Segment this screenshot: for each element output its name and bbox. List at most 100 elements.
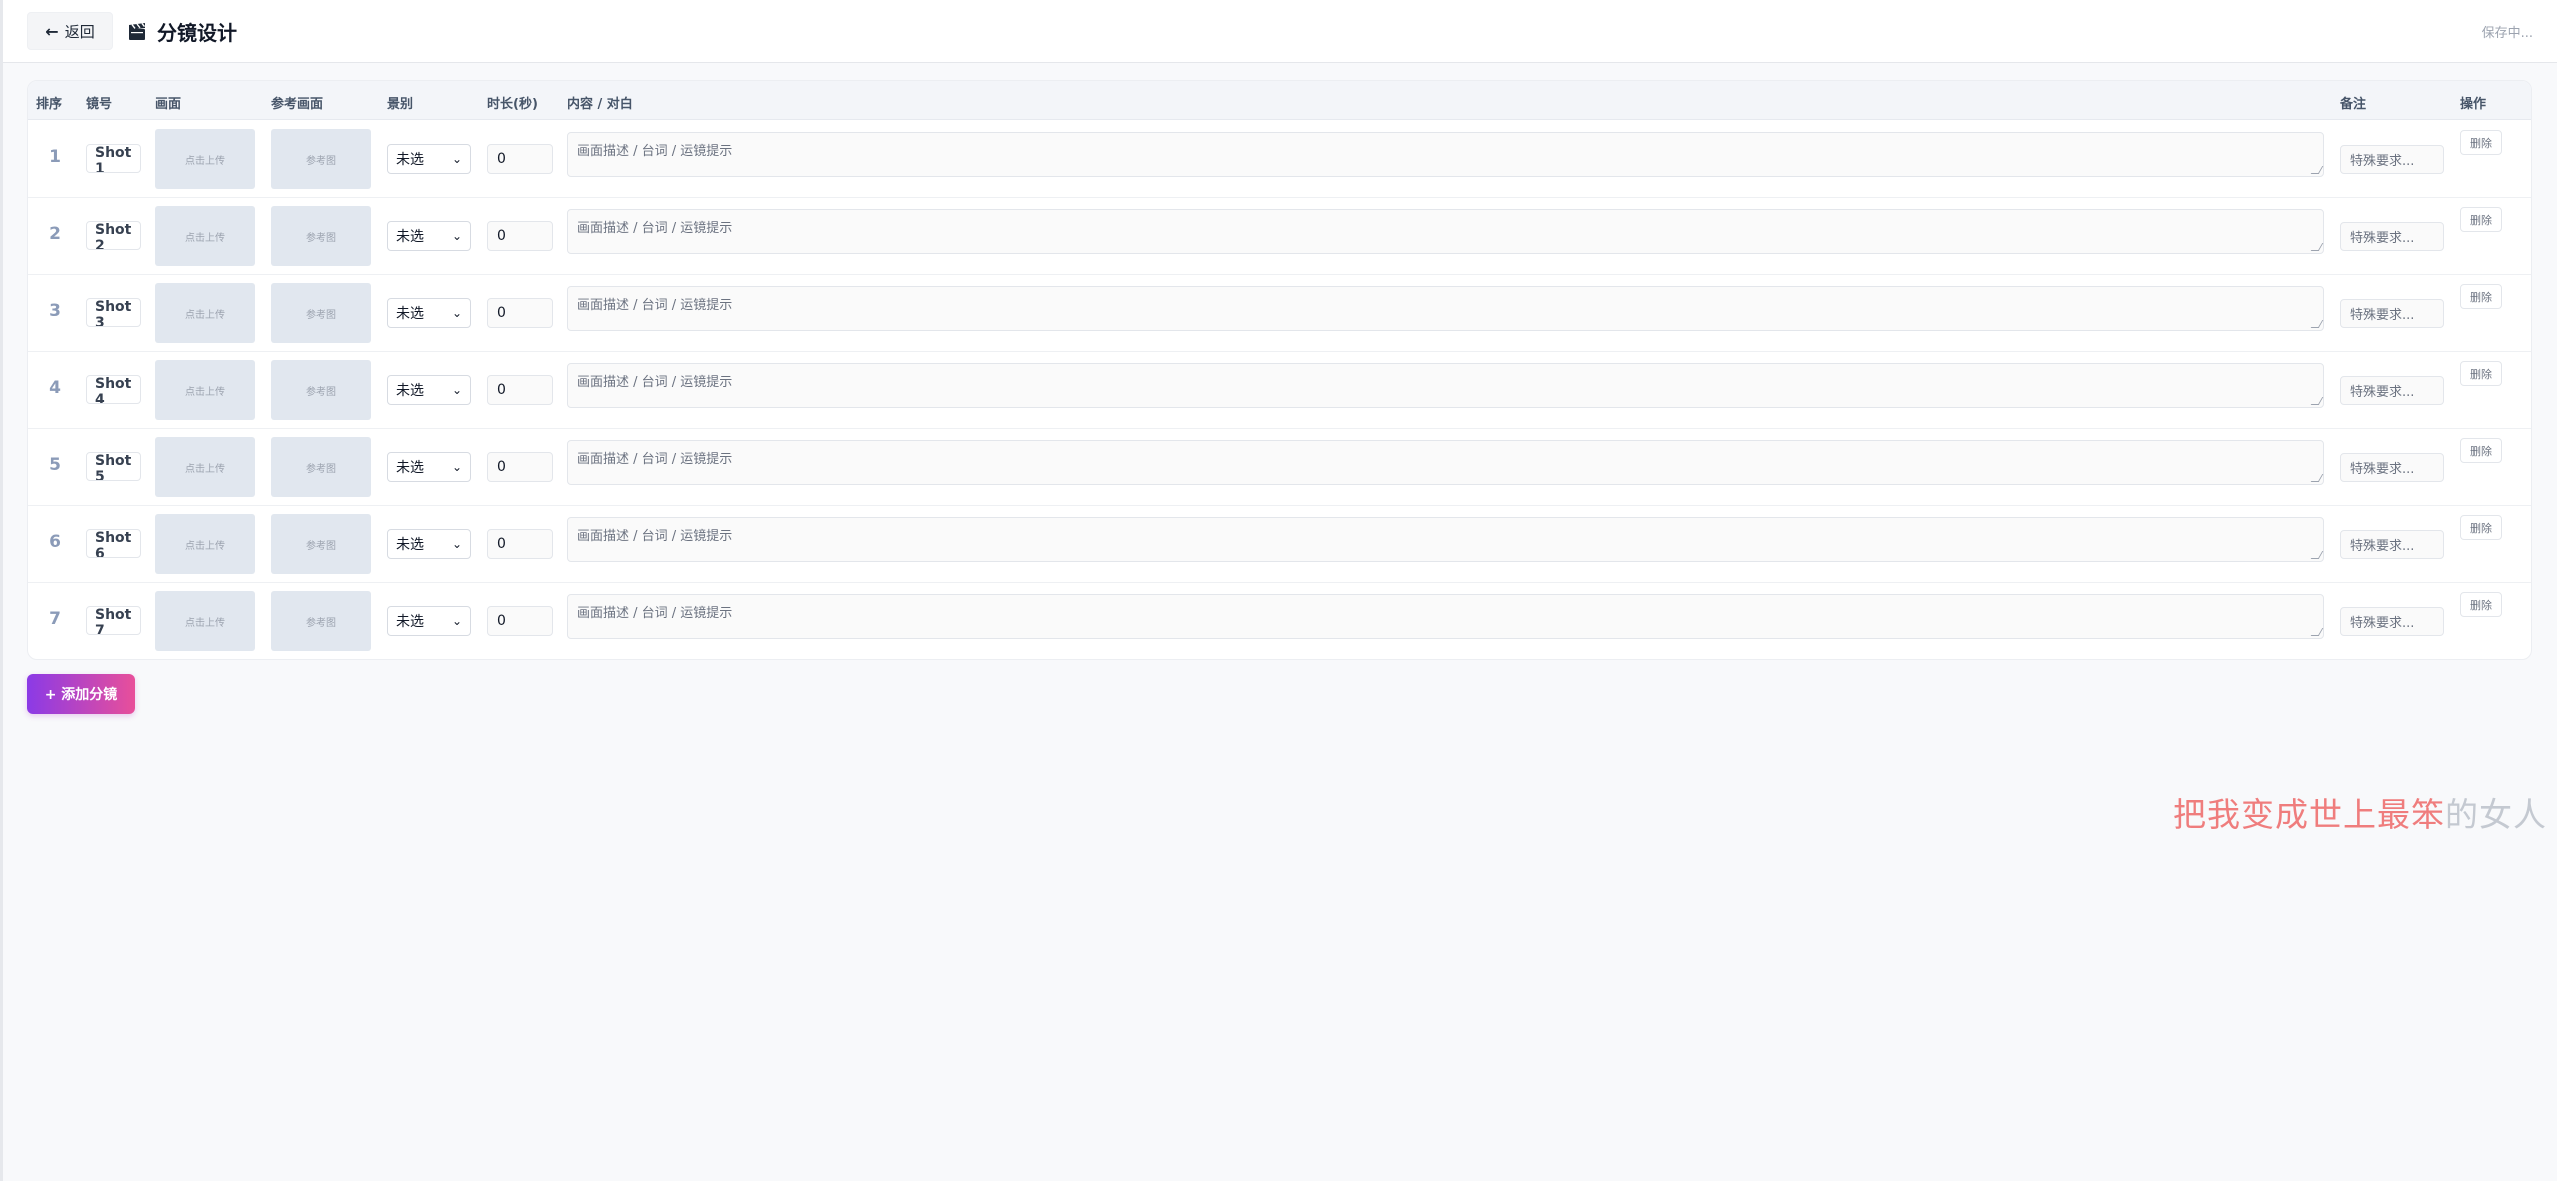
duration-value: 0	[497, 382, 506, 398]
back-button[interactable]: ← 返回	[27, 12, 113, 50]
content-textarea[interactable]: 画面描述 / 台词 / 运镜提示	[567, 440, 2324, 485]
note-input[interactable]: 特殊要求...	[2340, 530, 2444, 559]
content-textarea[interactable]: 画面描述 / 台词 / 运镜提示	[567, 517, 2324, 562]
resize-handle-icon[interactable]	[2310, 551, 2324, 559]
row-order: 6	[49, 532, 61, 552]
note-placeholder: 特殊要求...	[2350, 539, 2415, 554]
delete-button[interactable]: 删除	[2460, 207, 2502, 232]
duration-input[interactable]: 0	[487, 144, 553, 174]
content-textarea[interactable]: 画面描述 / 台词 / 运镜提示	[567, 286, 2324, 331]
resize-handle-icon[interactable]	[2310, 474, 2324, 482]
duration-value: 0	[497, 459, 506, 475]
reference-upload[interactable]: 参考图	[271, 206, 371, 266]
add-shot-button[interactable]: + 添加分镜	[27, 674, 135, 714]
scene-select-value: 未选	[396, 460, 424, 476]
duration-input[interactable]: 0	[487, 606, 553, 636]
column-header-actions: 操作	[2460, 97, 2487, 112]
frame-upload[interactable]: 点击上传	[155, 514, 255, 574]
reference-upload-label: 参考图	[306, 463, 336, 475]
column-header-duration: 时长(秒)	[487, 97, 538, 112]
duration-input[interactable]: 0	[487, 452, 553, 482]
table-row: 5 Shot 5 点击上传 参考图 未选 ⌄ 0 画面描述 / 台词 / 运镜提示…	[28, 428, 2531, 506]
table-row: 6 Shot 6 点击上传 参考图 未选 ⌄ 0 画面描述 / 台词 / 运镜提示…	[28, 505, 2531, 583]
left-edge	[0, 0, 3, 1181]
scene-select[interactable]: 未选 ⌄	[387, 529, 471, 559]
duration-input[interactable]: 0	[487, 375, 553, 405]
delete-button[interactable]: 删除	[2460, 438, 2502, 463]
content-textarea[interactable]: 画面描述 / 台词 / 运镜提示	[567, 209, 2324, 254]
row-order: 1	[49, 147, 61, 167]
frame-upload[interactable]: 点击上传	[155, 283, 255, 343]
duration-input[interactable]: 0	[487, 529, 553, 559]
resize-handle-icon[interactable]	[2310, 243, 2324, 251]
note-input[interactable]: 特殊要求...	[2340, 222, 2444, 251]
duration-value: 0	[497, 228, 506, 244]
back-label: 返回	[64, 22, 95, 41]
row-order: 7	[49, 609, 61, 629]
duration-value: 0	[497, 613, 506, 629]
column-header-shot-no: 镜号	[86, 97, 113, 112]
delete-button[interactable]: 删除	[2460, 284, 2502, 309]
frame-upload[interactable]: 点击上传	[155, 206, 255, 266]
note-input[interactable]: 特殊要求...	[2340, 376, 2444, 405]
duration-input[interactable]: 0	[487, 298, 553, 328]
resize-handle-icon[interactable]	[2310, 166, 2324, 174]
reference-upload[interactable]: 参考图	[271, 591, 371, 651]
reference-upload[interactable]: 参考图	[271, 129, 371, 189]
shot-number-input[interactable]: Shot 3	[86, 298, 141, 327]
column-header-note: 备注	[2340, 97, 2367, 112]
shot-number-input[interactable]: Shot 7	[86, 606, 141, 635]
row-order: 2	[49, 224, 61, 244]
reference-upload-label: 参考图	[306, 155, 336, 167]
table-row: 2 Shot 2 点击上传 参考图 未选 ⌄ 0 画面描述 / 台词 / 运镜提示…	[28, 197, 2531, 275]
note-placeholder: 特殊要求...	[2350, 154, 2415, 169]
scene-select[interactable]: 未选 ⌄	[387, 298, 471, 328]
frame-upload-label: 点击上传	[185, 540, 225, 552]
frame-upload-label: 点击上传	[185, 232, 225, 244]
delete-button[interactable]: 删除	[2460, 515, 2502, 540]
note-input[interactable]: 特殊要求...	[2340, 299, 2444, 328]
shot-number-input[interactable]: Shot 6	[86, 529, 141, 558]
note-input[interactable]: 特殊要求...	[2340, 607, 2444, 636]
content-placeholder: 画面描述 / 台词 / 运镜提示	[577, 375, 733, 390]
clapperboard-icon	[129, 22, 146, 40]
content-textarea[interactable]: 画面描述 / 台词 / 运镜提示	[567, 594, 2324, 639]
scene-select[interactable]: 未选 ⌄	[387, 606, 471, 636]
resize-handle-icon[interactable]	[2310, 320, 2324, 328]
shot-number-input[interactable]: Shot 1	[86, 144, 141, 173]
scene-select-value: 未选	[396, 229, 424, 245]
arrow-left-icon: ←	[45, 21, 59, 41]
shot-number-input[interactable]: Shot 2	[86, 221, 141, 250]
delete-button[interactable]: 删除	[2460, 592, 2502, 617]
content-textarea[interactable]: 画面描述 / 台词 / 运镜提示	[567, 363, 2324, 408]
frame-upload[interactable]: 点击上传	[155, 591, 255, 651]
delete-button[interactable]: 删除	[2460, 361, 2502, 386]
shot-number-input[interactable]: Shot 4	[86, 375, 141, 404]
reference-upload[interactable]: 参考图	[271, 514, 371, 574]
note-input[interactable]: 特殊要求...	[2340, 145, 2444, 174]
resize-handle-icon[interactable]	[2310, 628, 2324, 636]
frame-upload[interactable]: 点击上传	[155, 360, 255, 420]
note-placeholder: 特殊要求...	[2350, 616, 2415, 631]
reference-upload[interactable]: 参考图	[271, 360, 371, 420]
content-textarea[interactable]: 画面描述 / 台词 / 运镜提示	[567, 132, 2324, 177]
reference-upload[interactable]: 参考图	[271, 283, 371, 343]
reference-upload[interactable]: 参考图	[271, 437, 371, 497]
note-input[interactable]: 特殊要求...	[2340, 453, 2444, 482]
delete-button[interactable]: 删除	[2460, 130, 2502, 155]
duration-input[interactable]: 0	[487, 221, 553, 251]
content-placeholder: 画面描述 / 台词 / 运镜提示	[577, 144, 733, 159]
resize-handle-icon[interactable]	[2310, 397, 2324, 405]
frame-upload[interactable]: 点击上传	[155, 129, 255, 189]
scene-select[interactable]: 未选 ⌄	[387, 221, 471, 251]
scene-select[interactable]: 未选 ⌄	[387, 144, 471, 174]
overlay-caption-rest: 的女人	[2445, 795, 2547, 834]
shot-number-value: Shot 3	[95, 299, 132, 327]
shot-number-input[interactable]: Shot 5	[86, 452, 141, 481]
chevron-down-icon: ⌄	[451, 460, 462, 474]
scene-select[interactable]: 未选 ⌄	[387, 452, 471, 482]
scene-select[interactable]: 未选 ⌄	[387, 375, 471, 405]
frame-upload[interactable]: 点击上传	[155, 437, 255, 497]
scene-select-value: 未选	[396, 306, 424, 322]
storyboard-table: 排序 镜号 画面 参考画面 景别 时长(秒) 内容 / 对白 备注 操作 1 S…	[27, 80, 2532, 660]
